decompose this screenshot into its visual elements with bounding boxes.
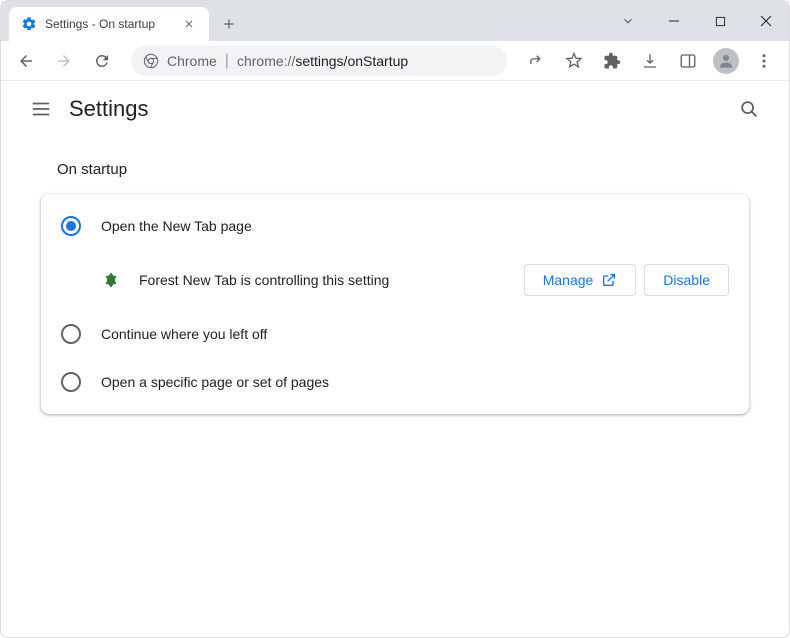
bookmark-icon[interactable] [557,44,591,78]
reload-button[interactable] [85,44,119,78]
chevron-down-icon[interactable] [605,5,651,37]
share-icon[interactable] [519,44,553,78]
forward-button[interactable] [47,44,81,78]
tab-title: Settings - On startup [45,17,181,31]
external-link-icon [601,272,617,288]
main-content: On startup Open the New Tab page Forest … [1,137,789,438]
manage-button-label: Manage [543,272,594,288]
page-title: Settings [69,96,149,122]
address-bar[interactable]: Chrome | chrome://settings/onStartup [131,46,507,76]
browser-tab[interactable]: Settings - On startup [9,7,209,41]
gear-icon [21,16,37,32]
avatar-icon [713,48,739,74]
profile-button[interactable] [709,44,743,78]
chrome-icon [143,53,159,69]
search-button[interactable] [729,89,769,129]
extension-notice-row: Forest New Tab is controlling this setti… [41,250,749,310]
disable-button-label: Disable [663,272,710,288]
hamburger-menu-button[interactable] [21,89,61,129]
download-icon[interactable] [633,44,667,78]
radio-option-continue[interactable]: Continue where you left off [41,310,749,358]
window-controls [605,1,789,41]
manage-button[interactable]: Manage [524,264,637,296]
close-window-button[interactable] [743,5,789,37]
maximize-button[interactable] [697,5,743,37]
extensions-icon[interactable] [595,44,629,78]
radio-icon [61,216,81,236]
browser-toolbar: Chrome | chrome://settings/onStartup [1,41,789,81]
disable-button[interactable]: Disable [644,264,729,296]
new-tab-button[interactable] [215,10,243,38]
radio-option-new-tab[interactable]: Open the New Tab page [41,202,749,250]
menu-icon[interactable] [747,44,781,78]
settings-card: Open the New Tab page Forest New Tab is … [41,194,749,414]
radio-icon [61,372,81,392]
radio-label: Continue where you left off [101,326,267,342]
radio-option-specific-pages[interactable]: Open a specific page or set of pages [41,358,749,406]
close-icon[interactable] [181,16,197,32]
radio-label: Open the New Tab page [101,218,252,234]
minimize-button[interactable] [651,5,697,37]
sidepanel-icon[interactable] [671,44,705,78]
extension-app-icon [101,270,121,290]
section-title: On startup [57,161,749,178]
back-button[interactable] [9,44,43,78]
extension-notice-text: Forest New Tab is controlling this setti… [139,272,516,288]
radio-icon [61,324,81,344]
url-text: chrome://settings/onStartup [237,53,408,69]
window-titlebar: Settings - On startup [1,1,789,41]
radio-label: Open a specific page or set of pages [101,374,329,390]
url-scheme-label: Chrome [167,53,217,69]
settings-header: Settings [1,81,789,137]
